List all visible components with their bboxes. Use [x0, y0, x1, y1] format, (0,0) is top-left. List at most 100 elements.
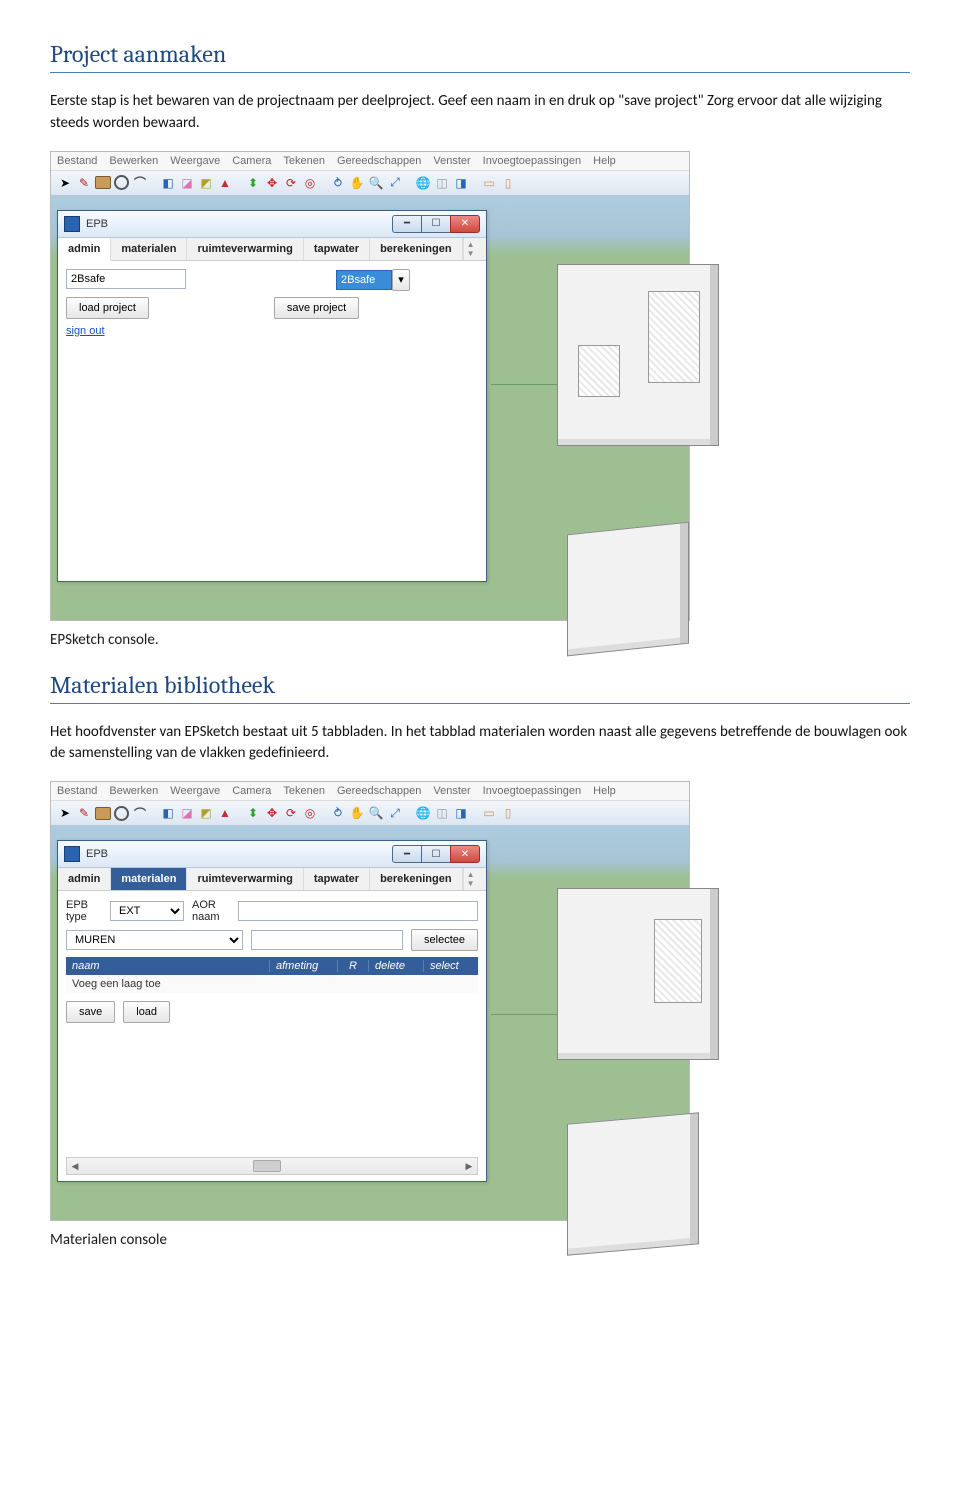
maximize-button[interactable]: ☐ [421, 215, 451, 233]
menu-item[interactable]: Camera [232, 155, 271, 167]
pan-tool-icon[interactable]: ✋ [349, 805, 365, 821]
menu-item[interactable]: Invoegtoepassingen [483, 155, 581, 167]
scroll-thumb[interactable] [253, 1160, 281, 1172]
save-project-button[interactable]: save project [274, 297, 359, 319]
move-tool-icon[interactable]: ✥ [264, 805, 280, 821]
aor-naam-input[interactable] [238, 901, 478, 921]
tool-icon[interactable]: ▭ [481, 805, 497, 821]
paint-tool-icon[interactable]: ▲ [217, 805, 233, 821]
menu-item[interactable]: Bewerken [109, 155, 158, 167]
tab-scroll-indicator[interactable]: ▲▼ [463, 238, 478, 260]
epb-titlebar[interactable]: EPB ━ ☐ ✕ [58, 841, 486, 868]
menu-item[interactable]: Help [593, 785, 616, 797]
tab-materialen[interactable]: materialen [111, 238, 187, 260]
project-name-dropdown-button[interactable]: ▾ [392, 269, 410, 291]
select-button[interactable]: selectee [411, 929, 478, 951]
rectangle-tool-icon[interactable] [95, 176, 111, 189]
select-tool-icon[interactable]: ➤ [57, 175, 73, 191]
pencil-tool-icon[interactable]: ✎ [76, 175, 92, 191]
zoom-extents-tool-icon[interactable]: ⤢ [387, 805, 403, 821]
tab-tapwater[interactable]: tapwater [304, 238, 370, 260]
load-button[interactable]: load [123, 1001, 170, 1023]
horizontal-scrollbar[interactable]: ◀ ▶ [66, 1157, 478, 1175]
zoom-extents-tool-icon[interactable]: ⤢ [387, 175, 403, 191]
circle-tool-icon[interactable] [114, 806, 129, 821]
rectangle-tool-icon[interactable] [95, 807, 111, 820]
arc-tool-icon[interactable]: ⌒ [132, 175, 148, 191]
viewport-3d[interactable] [491, 204, 689, 620]
eraser-tool-icon[interactable]: ◪ [179, 175, 195, 191]
menu-item[interactable]: Bestand [57, 155, 97, 167]
tool-icon[interactable]: ▯ [500, 805, 516, 821]
category-filter-input[interactable] [251, 930, 403, 950]
menu-item[interactable]: Tekenen [283, 785, 325, 797]
menu-item[interactable]: Weergave [170, 785, 220, 797]
sign-out-link[interactable]: sign out [66, 325, 105, 337]
scroll-left-icon[interactable]: ◀ [67, 1161, 83, 1172]
menu-item[interactable]: Venster [433, 785, 470, 797]
scroll-right-icon[interactable]: ▶ [461, 1161, 477, 1172]
pencil-tool-icon[interactable]: ✎ [76, 805, 92, 821]
tape-tool-icon[interactable]: ◩ [198, 175, 214, 191]
select-tool-icon[interactable]: ➤ [57, 805, 73, 821]
save-button[interactable]: save [66, 1001, 115, 1023]
tab-admin[interactable]: admin [58, 868, 111, 890]
tab-berekeningen[interactable]: berekeningen [370, 868, 463, 890]
orbit-tool-icon[interactable]: ⥁ [330, 175, 346, 191]
minimize-button[interactable]: ━ [392, 845, 422, 863]
tab-berekeningen[interactable]: berekeningen [370, 238, 463, 260]
eraser-tool-icon[interactable]: ◪ [179, 805, 195, 821]
component-tool-icon[interactable]: ◧ [160, 175, 176, 191]
menu-item[interactable]: Weergave [170, 155, 220, 167]
zoom-tool-icon[interactable]: 🔍 [368, 805, 384, 821]
tab-ruimteverwarming[interactable]: ruimteverwarming [187, 238, 303, 260]
geo-tool-icon[interactable]: 🌐 [415, 175, 431, 191]
move-tool-icon[interactable]: ✥ [264, 175, 280, 191]
pushpull-tool-icon[interactable]: ⬍ [245, 805, 261, 821]
offset-tool-icon[interactable]: ◎ [302, 175, 318, 191]
menu-item[interactable]: Camera [232, 785, 271, 797]
tab-materialen[interactable]: materialen [111, 868, 187, 890]
tool-icon[interactable]: ◨ [453, 805, 469, 821]
menu-item[interactable]: Bestand [57, 785, 97, 797]
geo-tool-icon[interactable]: 🌐 [415, 805, 431, 821]
epb-type-select[interactable]: EXT [110, 901, 184, 921]
menu-item[interactable]: Help [593, 155, 616, 167]
tool-icon[interactable]: ▯ [500, 175, 516, 191]
tool-icon[interactable]: ◨ [453, 175, 469, 191]
pan-tool-icon[interactable]: ✋ [349, 175, 365, 191]
offset-tool-icon[interactable]: ◎ [302, 805, 318, 821]
menu-item[interactable]: Gereedschappen [337, 155, 421, 167]
orbit-tool-icon[interactable]: ⥁ [330, 805, 346, 821]
rotate-tool-icon[interactable]: ⟳ [283, 805, 299, 821]
tab-admin[interactable]: admin [58, 238, 111, 261]
maximize-button[interactable]: ☐ [421, 845, 451, 863]
project-name-left-input[interactable] [66, 269, 186, 289]
tool-icon[interactable]: ▭ [481, 175, 497, 191]
arc-tool-icon[interactable]: ⌒ [132, 805, 148, 821]
tab-tapwater[interactable]: tapwater [304, 868, 370, 890]
menu-item[interactable]: Tekenen [283, 155, 325, 167]
project-name-right-input[interactable] [336, 270, 392, 290]
tab-scroll-indicator[interactable]: ▲▼ [463, 868, 478, 890]
tool-icon[interactable]: ◫ [434, 805, 450, 821]
load-project-button[interactable]: load project [66, 297, 149, 319]
circle-tool-icon[interactable] [114, 175, 129, 190]
zoom-tool-icon[interactable]: 🔍 [368, 175, 384, 191]
paint-tool-icon[interactable]: ▲ [217, 175, 233, 191]
tape-tool-icon[interactable]: ◩ [198, 805, 214, 821]
tool-icon[interactable]: ◫ [434, 175, 450, 191]
close-button[interactable]: ✕ [450, 845, 480, 863]
menu-item[interactable]: Venster [433, 155, 470, 167]
rotate-tool-icon[interactable]: ⟳ [283, 175, 299, 191]
epb-titlebar[interactable]: EPB ━ ☐ ✕ [58, 211, 486, 238]
menu-item[interactable]: Invoegtoepassingen [483, 785, 581, 797]
menu-item[interactable]: Gereedschappen [337, 785, 421, 797]
component-tool-icon[interactable]: ◧ [160, 805, 176, 821]
tab-ruimteverwarming[interactable]: ruimteverwarming [187, 868, 303, 890]
category-select[interactable]: MUREN [66, 930, 243, 950]
menu-item[interactable]: Bewerken [109, 785, 158, 797]
minimize-button[interactable]: ━ [392, 215, 422, 233]
close-button[interactable]: ✕ [450, 215, 480, 233]
viewport-3d[interactable] [491, 834, 689, 1220]
